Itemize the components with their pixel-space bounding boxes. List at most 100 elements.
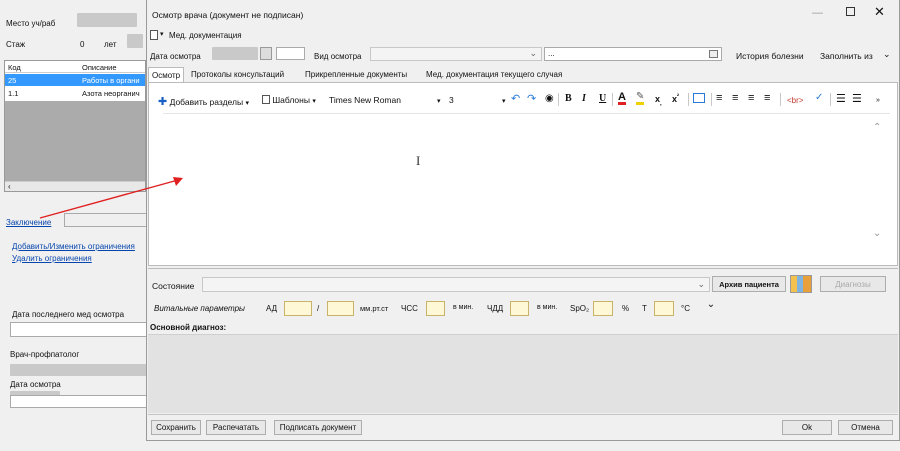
align-right-icon[interactable]: ≡ [748, 92, 754, 104]
cancel-label: Отмена [851, 423, 880, 432]
find-icon[interactable]: ◉ [545, 93, 554, 104]
add-sections-button[interactable]: ✚ Добавить разделы ▾ [158, 95, 249, 108]
table-row[interactable]: 25 Работы в органи [5, 74, 145, 86]
font-size-select[interactable]: 3 [449, 95, 454, 105]
editor-text-area[interactable] [163, 113, 890, 251]
experience-unit: лет [104, 40, 117, 49]
numbered-list-icon[interactable]: ☰ [836, 92, 846, 105]
document-menu-icon[interactable] [150, 30, 158, 40]
exam-date-left-label: Дата осмотра [10, 380, 61, 389]
underline-button[interactable]: U [599, 93, 606, 104]
conclusion-field[interactable] [64, 213, 148, 227]
hr-label: ЧСС [401, 304, 418, 313]
picker-icon[interactable] [709, 50, 718, 58]
superscript-icon[interactable]: x² [672, 94, 679, 104]
size-dropdown-arrow-icon[interactable]: ▾ [502, 97, 506, 105]
place-label: Место уч/раб [6, 19, 56, 28]
scroll-up-icon[interactable]: ⌃ [873, 122, 881, 133]
rr-input[interactable] [510, 301, 529, 316]
ok-label: Ok [801, 423, 813, 432]
exam-type-detail-field[interactable]: ... [544, 47, 722, 61]
redo-icon[interactable]: ↷ [527, 92, 536, 105]
font-color-icon[interactable]: A [618, 92, 626, 105]
templates-button[interactable]: Шаблоны ▾ [262, 95, 316, 105]
column-header-desc[interactable]: Описание [82, 63, 117, 72]
fill-from-chevron-icon[interactable]: ⌄ [883, 49, 891, 60]
vitals-expand-chevron-icon[interactable]: ⌄ [704, 299, 718, 314]
last-exam-field[interactable] [10, 322, 150, 337]
menu-dropdown-arrow[interactable]: ▾ [160, 30, 164, 38]
exam-type-select[interactable]: ⌄ [370, 47, 542, 61]
column-header-code[interactable]: Код [8, 63, 21, 72]
horizontal-scrollbar[interactable]: ‹ [5, 181, 145, 191]
spo2-unit: % [622, 304, 630, 313]
last-exam-label: Дата последнего мед осмотра [12, 310, 125, 319]
mmhg-label: мм.рт.ст [360, 304, 389, 313]
tab-exam[interactable]: Осмотр [148, 67, 185, 82]
font-select[interactable]: Times New Roman [329, 95, 401, 105]
remove-restrictions-link[interactable]: Удалить ограничения [12, 254, 92, 263]
add-sections-label: Добавить разделы [169, 97, 244, 107]
add-restrictions-link[interactable]: Добавить/Изменить ограничения [12, 242, 135, 251]
insert-table-icon[interactable] [693, 93, 705, 103]
diagnoses-label: Диагнозы [835, 279, 871, 289]
temp-input[interactable] [654, 301, 674, 316]
save-label: Сохранить [156, 423, 196, 432]
sign-document-button[interactable]: Подписать документ [274, 420, 362, 435]
med-docs-menu[interactable]: Мед. документация [169, 31, 242, 40]
state-select[interactable]: ⌄ [202, 277, 710, 292]
fill-from-button[interactable]: Заполнить из [820, 51, 873, 61]
archive-icon[interactable] [790, 275, 812, 293]
hr-unit: в мин. [453, 304, 474, 311]
maximize-icon[interactable] [846, 7, 855, 16]
toolbar-overflow-icon[interactable]: » [876, 97, 880, 104]
spellcheck-icon[interactable]: ✓ [815, 92, 823, 103]
close-icon[interactable]: ✕ [874, 4, 885, 20]
ok-button[interactable]: Ok [782, 420, 832, 435]
experience-value: 0 [80, 40, 85, 49]
ad-diastolic-input[interactable] [327, 301, 354, 316]
exam-time-field[interactable] [276, 47, 305, 60]
scroll-left-icon[interactable]: ‹ [8, 182, 11, 191]
scroll-down-icon[interactable]: ⌄ [873, 228, 881, 239]
save-button[interactable]: Сохранить [151, 420, 201, 435]
temp-label: Т [642, 304, 647, 313]
tab-consultations[interactable]: Протоколы консультаций [188, 67, 287, 82]
table-row[interactable]: 1.1 Азота неорганич [5, 87, 145, 99]
calendar-icon[interactable] [260, 47, 272, 60]
patient-archive-button[interactable]: Архив пациента [712, 276, 786, 292]
history-button[interactable]: История болезни [736, 51, 804, 61]
conclusion-link[interactable]: Заключение [6, 218, 51, 227]
insert-br-button[interactable]: <br> [787, 96, 803, 105]
italic-button[interactable]: I [582, 93, 586, 104]
align-justify-icon[interactable]: ≡ [764, 92, 770, 104]
align-left-icon[interactable]: ≡ [716, 92, 722, 104]
spo2-input[interactable] [593, 301, 613, 316]
exam-date-left-field[interactable] [10, 395, 150, 408]
print-button[interactable]: Распечатать [206, 420, 266, 435]
cancel-button[interactable]: Отмена [838, 420, 893, 435]
patient-archive-label: Архив пациента [719, 279, 779, 289]
align-center-icon[interactable]: ≡ [732, 92, 738, 104]
diagnoses-button[interactable]: Диагнозы [820, 276, 886, 292]
template-icon [262, 95, 270, 104]
ad-systolic-input[interactable] [284, 301, 312, 316]
minimize-icon[interactable]: — [812, 7, 823, 19]
dialog-title: Осмотр врача (документ не подписан) [152, 10, 304, 20]
highlight-icon[interactable]: ✎ [636, 92, 645, 105]
temp-unit: °С [681, 304, 690, 313]
tab-current-case-docs[interactable]: Мед. документация текущего случая [423, 67, 565, 82]
restrictions-table[interactable]: Код Описание 25 Работы в органи 1.1 Азот… [4, 60, 146, 192]
undo-icon[interactable]: ↶ [511, 92, 520, 105]
ad-label: АД [266, 304, 278, 313]
subscript-icon[interactable]: x, [655, 94, 662, 107]
main-diagnosis-area[interactable] [148, 334, 898, 413]
font-dropdown-arrow-icon[interactable]: ▾ [437, 97, 441, 105]
bullet-list-icon[interactable]: ☰ [852, 92, 862, 105]
tab-attached-documents[interactable]: Прикрепленные документы [302, 67, 410, 82]
toolbar-separator [711, 93, 712, 106]
bold-button[interactable]: B [565, 93, 572, 104]
hr-input[interactable] [426, 301, 445, 316]
exam-date-field[interactable] [212, 47, 258, 60]
table-header: Код Описание [5, 61, 145, 73]
